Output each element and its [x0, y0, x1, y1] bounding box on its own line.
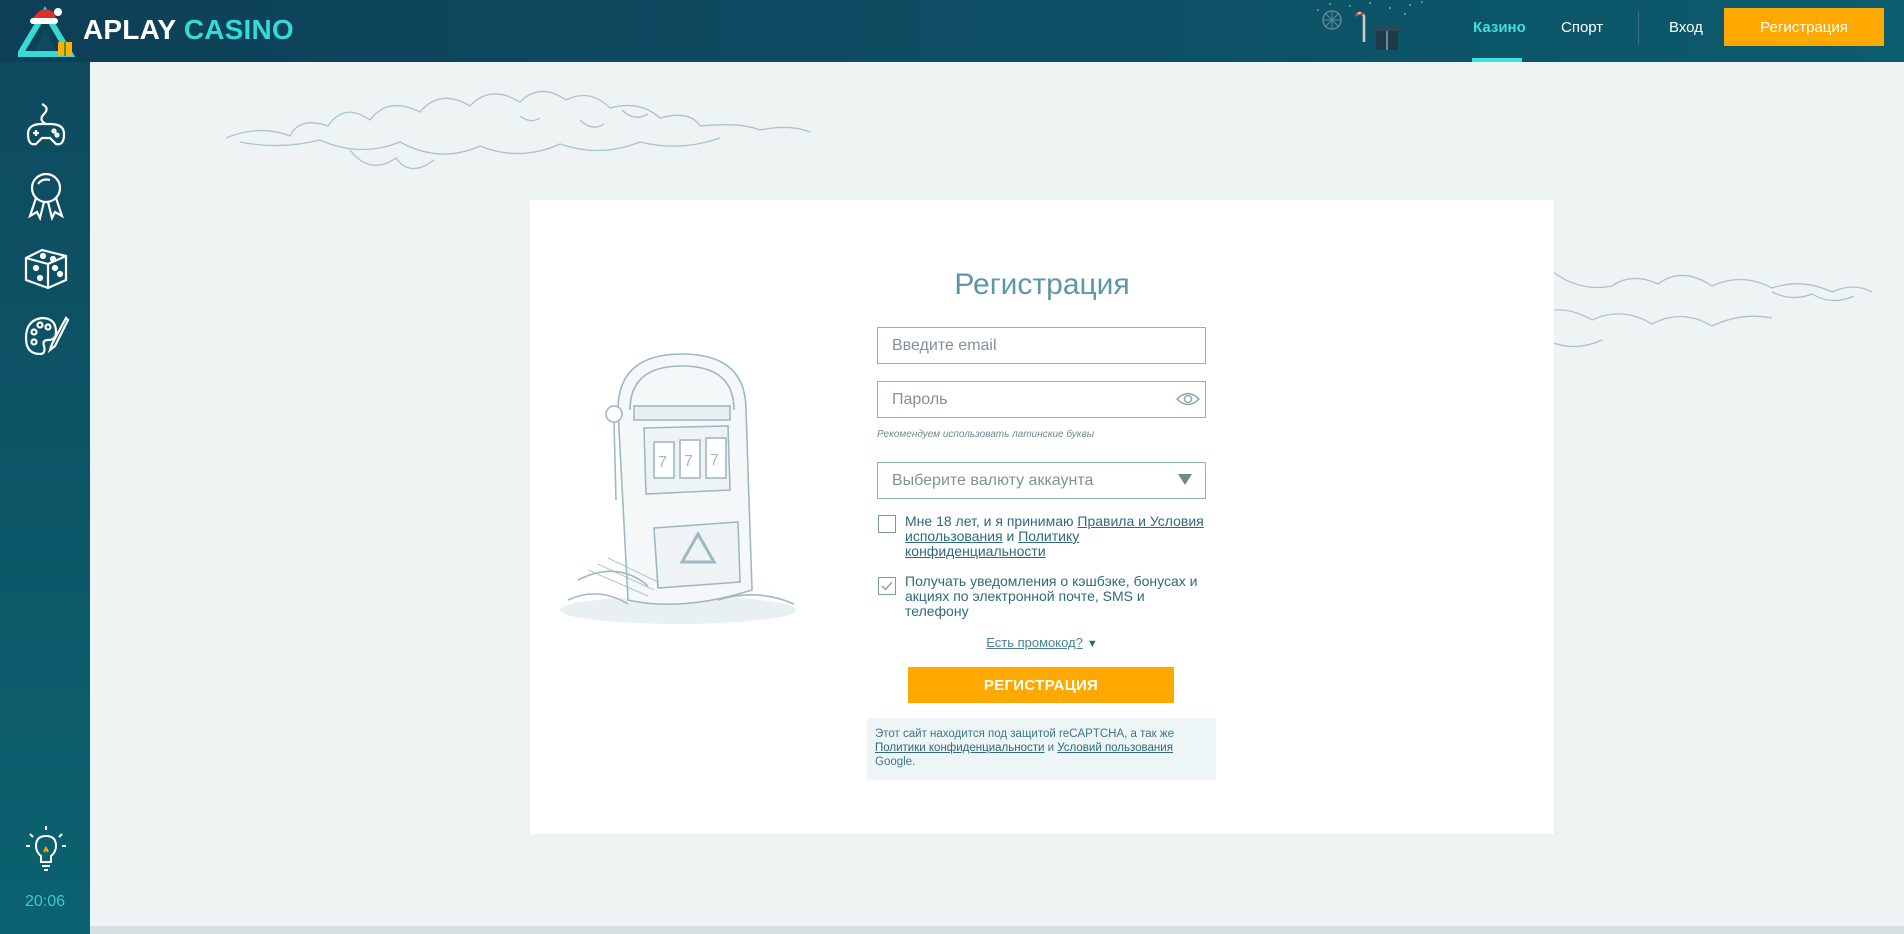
recaptcha-terms-link[interactable]: Условий пользования	[1057, 742, 1173, 754]
terms-middle: и	[1002, 528, 1019, 544]
top-header: APLAY CASINO Казино Спорт Вход Регистрац…	[0, 0, 1904, 62]
password-hint: Рекомендуем использовать латинские буквы	[877, 429, 1095, 440]
promo-arrow-icon: ▼	[1086, 638, 1098, 650]
svg-text:7: 7	[710, 452, 719, 469]
recaptcha-middle: и	[1044, 742, 1058, 754]
terms-prefix: Мне 18 лет, и я принимаю	[905, 513, 1078, 529]
register-submit-button[interactable]: РЕГИСТРАЦИЯ	[908, 667, 1174, 703]
show-password-eye-icon[interactable]	[1175, 390, 1201, 408]
tab-sport[interactable]: Спорт	[1561, 19, 1603, 36]
brand-main: APLAY	[83, 14, 176, 45]
cloud-sketch-left-icon	[225, 90, 811, 170]
password-placeholder: Пароль	[892, 391, 948, 408]
recaptcha-notice: Этот сайт находится под защитой reCAPTCH…	[867, 718, 1216, 780]
page-title: Регистрация	[954, 268, 1130, 301]
recaptcha-suffix: Google.	[875, 756, 916, 768]
email-placeholder: Введите email	[892, 337, 997, 354]
dice-icon[interactable]	[20, 240, 72, 292]
brand-name[interactable]: APLAY CASINO	[83, 14, 294, 46]
slot-machine-illustration-icon: 7 7 7	[560, 353, 796, 624]
checkmark-icon	[881, 581, 893, 591]
aplay-logo-icon[interactable]	[18, 4, 76, 58]
promo-toggle[interactable]: Есть промокод? ▼	[530, 635, 1554, 650]
header-divider	[1638, 12, 1639, 44]
recaptcha-privacy-link[interactable]: Политики конфиденциальности	[875, 742, 1044, 754]
currency-placeholder: Выберите валюту аккаунта	[892, 472, 1094, 489]
award-medal-icon[interactable]	[20, 170, 72, 222]
notifications-checkbox[interactable]	[878, 577, 896, 595]
clock-time: 20:06	[24, 893, 66, 910]
dropdown-caret-icon	[1178, 474, 1192, 485]
password-field[interactable]: Пароль	[877, 381, 1206, 418]
terms-checkbox[interactable]	[878, 515, 896, 533]
promo-link[interactable]: Есть промокод?	[986, 635, 1083, 650]
christmas-decoration-icon	[1317, 1, 1423, 50]
registration-card: 7 7 7 Регистрация Введите email Пароль Р…	[530, 200, 1554, 834]
terms-label: Мне 18 лет, и я принимаю Правила и Услов…	[905, 514, 1205, 559]
header-register-button[interactable]: Регистрация	[1724, 8, 1884, 46]
svg-text:7: 7	[658, 454, 667, 471]
email-field[interactable]: Введите email	[877, 327, 1206, 364]
main-content: 7 7 7 Регистрация Введите email Пароль Р…	[90, 62, 1904, 934]
brand-accent: CASINO	[183, 14, 294, 45]
login-link[interactable]: Вход	[1669, 19, 1703, 36]
currency-select[interactable]: Выберите валюту аккаунта	[877, 462, 1206, 499]
svg-text:7: 7	[684, 453, 693, 470]
tab-casino[interactable]: Казино	[1473, 19, 1526, 36]
palette-icon[interactable]	[20, 310, 72, 362]
notifications-label: Получать уведомления о кэшбэке, бонусах …	[905, 573, 1198, 619]
sidebar: 20:06	[0, 62, 90, 934]
gamepad-icon[interactable]	[20, 100, 72, 152]
recaptcha-line1: Этот сайт находится под защитой reCAPTCH…	[875, 728, 1174, 740]
lightbulb-icon[interactable]	[20, 822, 72, 874]
bottom-scrollbar[interactable]	[90, 926, 1904, 934]
